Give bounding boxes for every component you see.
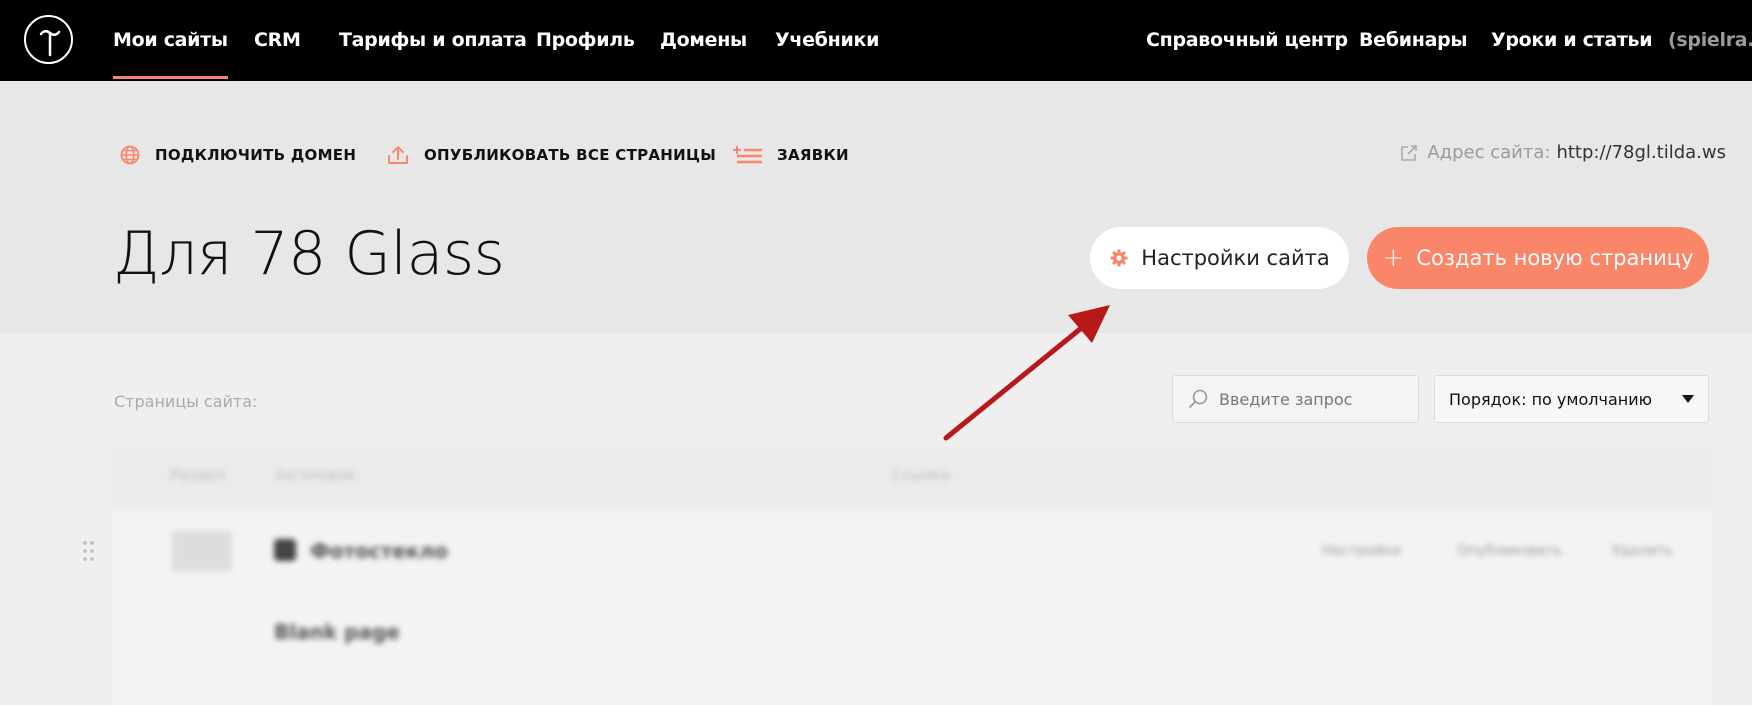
row-settings-action[interactable]: Настройки (1322, 543, 1401, 559)
col-link: Ссылка (892, 466, 951, 484)
pages-section-label: Страницы сайта: (114, 392, 258, 411)
publish-all-button[interactable]: ОПУБЛИКОВАТЬ ВСЕ СТРАНИЦЫ (386, 140, 716, 170)
create-page-label: Создать новую страницу (1416, 246, 1694, 270)
search-icon (1189, 389, 1208, 408)
nav-tutorials[interactable]: Учебники (775, 0, 879, 81)
site-header: ПОДКЛЮЧИТЬ ДОМЕН ОПУБЛИКОВАТЬ ВСЕ СТРАНИ… (0, 81, 1752, 333)
search-field[interactable] (1172, 375, 1419, 423)
drag-handle-icon[interactable] (82, 540, 96, 562)
pages-table: Раздел Заголовок Ссылка Фотостекло Настр… (112, 448, 1712, 705)
col-title: Заголовок (274, 466, 356, 484)
nav-lessons[interactable]: Уроки и статьи (1491, 0, 1653, 81)
site-settings-button[interactable]: Настройки сайта (1090, 227, 1349, 289)
top-navigation: Мои сайты CRM Тарифы и оплата Профиль До… (0, 0, 1752, 81)
create-page-button[interactable]: + Создать новую страницу (1367, 227, 1709, 289)
table-row[interactable]: Фотостекло Настройки Опубликовать Удалит… (112, 508, 1712, 595)
site-title: Для 78 Glass (113, 219, 505, 289)
nav-profile[interactable]: Профиль (536, 0, 635, 81)
sort-select[interactable]: Порядок: по умолчанию (1434, 375, 1709, 423)
publish-all-label: ОПУБЛИКОВАТЬ ВСЕ СТРАНИЦЫ (424, 146, 717, 164)
site-settings-label: Настройки сайта (1141, 246, 1330, 270)
row-publish-action[interactable]: Опубликовать (1457, 543, 1562, 559)
sort-selected-value: Порядок: по умолчанию (1449, 389, 1653, 409)
connect-domain-button[interactable]: ПОДКЛЮЧИТЬ ДОМЕН (119, 140, 356, 170)
nav-user-account[interactable]: (spielra..) (1668, 0, 1752, 81)
nav-help-center[interactable]: Справочный центр (1146, 0, 1348, 81)
globe-icon (120, 145, 140, 165)
row-delete-action[interactable]: Удалить (1612, 543, 1673, 559)
annotation-arrow (943, 305, 1110, 441)
gear-icon (1110, 249, 1128, 267)
table-row[interactable]: Blank page (112, 595, 1712, 675)
nav-my-sites[interactable]: Мои сайты (113, 0, 228, 81)
external-link-icon (1401, 144, 1418, 161)
connect-domain-label: ПОДКЛЮЧИТЬ ДОМЕН (155, 146, 357, 164)
site-address-link[interactable]: http://78gl.tilda.ws (1556, 142, 1726, 163)
requests-label: ЗАЯВКИ (777, 146, 849, 164)
home-icon (274, 539, 296, 561)
search-input[interactable] (1219, 389, 1399, 409)
plus-icon: + (1382, 243, 1405, 273)
page-name[interactable]: Blank page (274, 620, 400, 644)
chevron-down-icon (1682, 395, 1694, 403)
table-header: Раздел Заголовок Ссылка (112, 448, 1712, 508)
page-thumbnail (172, 531, 232, 571)
nav-tariffs[interactable]: Тарифы и оплата (339, 0, 527, 81)
tilda-logo-icon[interactable] (24, 15, 73, 64)
nav-domains[interactable]: Домены (660, 0, 747, 81)
nav-crm[interactable]: CRM (254, 0, 301, 81)
requests-button[interactable]: ЗАЯВКИ (733, 140, 849, 170)
site-address-label: Адрес сайта: (1427, 142, 1551, 163)
site-address: Адрес сайта: http://78gl.tilda.ws (1399, 142, 1726, 163)
nav-webinars[interactable]: Вебинары (1359, 0, 1468, 81)
upload-icon (388, 146, 408, 164)
col-section: Раздел (170, 466, 226, 484)
page-name[interactable]: Фотостекло (310, 539, 448, 563)
add-list-icon (733, 146, 762, 164)
table-row[interactable] (112, 675, 1712, 705)
